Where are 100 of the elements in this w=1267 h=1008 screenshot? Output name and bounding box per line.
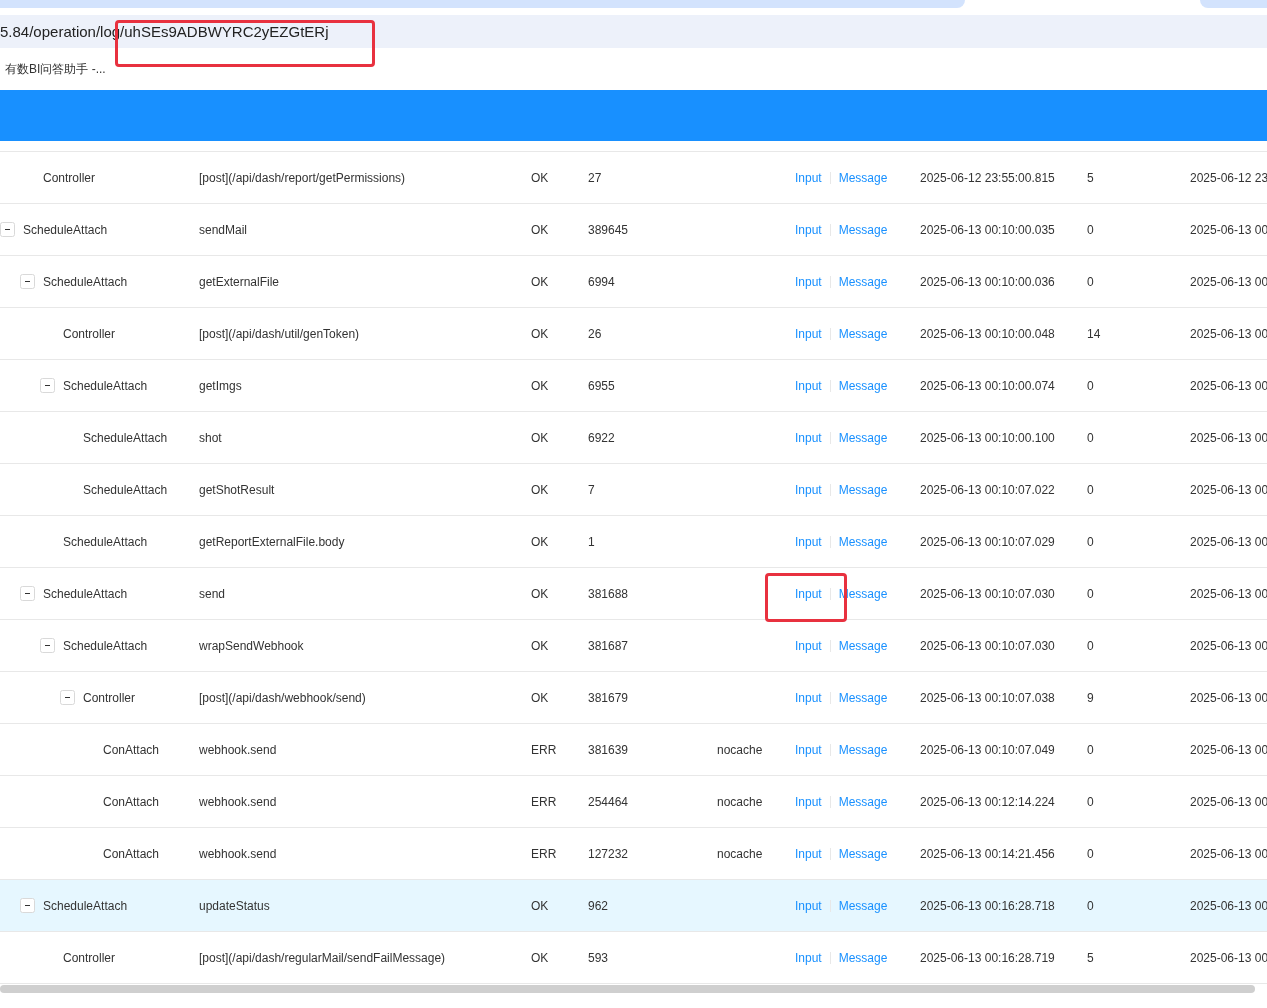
table-cell: 2025-06-13 00: [1190, 690, 1267, 705]
action-link[interactable]: Input: [795, 222, 822, 237]
table-cell: 2025-06-13 00: [1190, 846, 1267, 861]
action-link[interactable]: Message: [838, 690, 888, 705]
collapse-icon[interactable]: [40, 378, 55, 393]
action-link[interactable]: Message: [838, 378, 888, 393]
action-link[interactable]: Input: [795, 326, 822, 341]
collapse-icon[interactable]: [20, 274, 35, 289]
action-link[interactable]: Input: [795, 482, 822, 497]
table-cell-text: shot: [199, 430, 223, 445]
table-cell-text: 127232: [588, 846, 630, 861]
table-cell-text: [post](/api/dash/regularMail/sendFailMessage): [199, 950, 447, 965]
table-cell-text: getImgs: [199, 378, 243, 393]
table-cell-text: 2025-06-13 00:10:07.049: [920, 742, 1056, 757]
table-cell-text: 381687: [588, 638, 630, 653]
table-cell-text: 2025-06-13 00:10:00.036: [920, 274, 1056, 289]
action-link[interactable]: Input: [795, 898, 822, 913]
table-cell-text: [post](/api/dash/webhook/send): [199, 690, 367, 705]
table-cell-text: 593: [588, 950, 610, 965]
table-cell: nocache: [717, 742, 763, 757]
collapse-icon[interactable]: [40, 638, 55, 653]
action-link[interactable]: Input: [795, 170, 822, 185]
table-cell-text: 0: [1087, 222, 1095, 237]
action-link[interactable]: Message: [838, 326, 888, 341]
table-cell-text: OK: [531, 274, 550, 289]
action-link[interactable]: Message: [838, 846, 888, 861]
table-cell-text: 6994: [588, 274, 616, 289]
bookmark-item[interactable]: 有数BI问答助手 -...: [5, 60, 106, 78]
action-link[interactable]: Input: [795, 794, 822, 809]
table-cell-text: [post](/api/dash/util/genToken): [199, 326, 361, 341]
collapse-icon[interactable]: [60, 690, 75, 705]
action-link[interactable]: Input: [795, 534, 822, 549]
action-link[interactable]: Message: [838, 170, 888, 185]
action-link[interactable]: Message: [838, 898, 888, 913]
collapse-icon[interactable]: [0, 222, 15, 237]
table-cell-text: 1: [588, 534, 596, 549]
table-cell-text: send: [199, 586, 227, 601]
table-cell-text: OK: [531, 482, 550, 497]
table-cell: Controller: [83, 690, 136, 705]
action-link[interactable]: Message: [838, 274, 888, 289]
table-cell-text: OK: [531, 326, 550, 341]
table-cell: ScheduleAttach: [23, 222, 108, 237]
collapse-icon[interactable]: [20, 898, 35, 913]
action-link[interactable]: Message: [838, 638, 888, 653]
action-link[interactable]: Message: [838, 950, 888, 965]
action-link[interactable]: Input: [795, 586, 822, 601]
action-link[interactable]: Input: [795, 950, 822, 965]
table-cell: nocache: [717, 846, 763, 861]
table-cell-text: OK: [531, 638, 550, 653]
action-link[interactable]: Input: [795, 378, 822, 393]
table-cell-text: 0: [1087, 742, 1095, 757]
table-cell: 2025-06-12 23: [1190, 170, 1267, 185]
table-cell: 2025-06-13 00: [1190, 430, 1267, 445]
table-cell: Controller: [63, 326, 116, 341]
table-cell: 2025-06-13 00: [1190, 222, 1267, 237]
table-cell-text: 6955: [588, 378, 616, 393]
table-cell-text: 2025-06-13 00:10:00.035: [920, 222, 1056, 237]
table-cell-text: [post](/api/dash/report/getPermissions): [199, 170, 407, 185]
collapse-icon[interactable]: [20, 586, 35, 601]
action-link[interactable]: Input: [795, 742, 822, 757]
table-cell-text: 6922: [588, 430, 616, 445]
table-cell: ScheduleAttach: [83, 430, 168, 445]
action-link[interactable]: Input: [795, 274, 822, 289]
table-cell: ScheduleAttach: [43, 898, 128, 913]
action-link[interactable]: Input: [795, 638, 822, 653]
table-cell-text: 389645: [588, 222, 630, 237]
horizontal-scrollbar[interactable]: [0, 985, 1255, 993]
table-cell-text: 962: [588, 898, 610, 913]
action-link[interactable]: Input: [795, 846, 822, 861]
action-link[interactable]: Message: [838, 742, 888, 757]
action-link[interactable]: Message: [838, 794, 888, 809]
table-cell-text: 2025-06-12 23:55:00.815: [920, 170, 1056, 185]
table-cell-text: 2025-06-13 00:16:28.718: [920, 898, 1056, 913]
action-link[interactable]: Input: [795, 690, 822, 705]
table-cell-text: 2025-06-13 00:10:07.030: [920, 638, 1056, 653]
table-cell-text: 5: [1087, 170, 1095, 185]
action-link[interactable]: Message: [838, 222, 888, 237]
table-cell-text: ERR: [531, 846, 558, 861]
action-link[interactable]: Message: [838, 430, 888, 445]
table-cell-text: getReportExternalFile.body: [199, 534, 346, 549]
action-link[interactable]: Input: [795, 430, 822, 445]
table-cell-text: getExternalFile: [199, 274, 281, 289]
table-cell-text: updateStatus: [199, 898, 271, 913]
table-cell: 2025-06-13 00: [1190, 742, 1267, 757]
table-cell-text: webhook.send: [199, 846, 278, 861]
table-cell-text: 0: [1087, 586, 1095, 601]
action-link[interactable]: Message: [838, 534, 888, 549]
table-cell: 2025-06-13 00: [1190, 482, 1267, 497]
table-cell-text: 0: [1087, 638, 1095, 653]
table-cell-text: 2025-06-13 00:10:00.048: [920, 326, 1056, 341]
table-cell-text: 0: [1087, 898, 1095, 913]
table-cell: Controller: [63, 950, 116, 965]
table-cell-text: OK: [531, 898, 550, 913]
table-cell-text: webhook.send: [199, 742, 278, 757]
action-link[interactable]: Message: [838, 482, 888, 497]
table-cell-text: 2025-06-13 00:10:07.029: [920, 534, 1056, 549]
table-cell: Controller: [43, 170, 96, 185]
table-row[interactable]: ScheduleAttach updateStatus OK 962 Input Message 2025-06-13 00:16:28.718 0 2025-06-13 00: [0, 880, 1267, 932]
table-cell: ScheduleAttach: [63, 378, 148, 393]
table-cell: ConAttach: [103, 846, 160, 861]
